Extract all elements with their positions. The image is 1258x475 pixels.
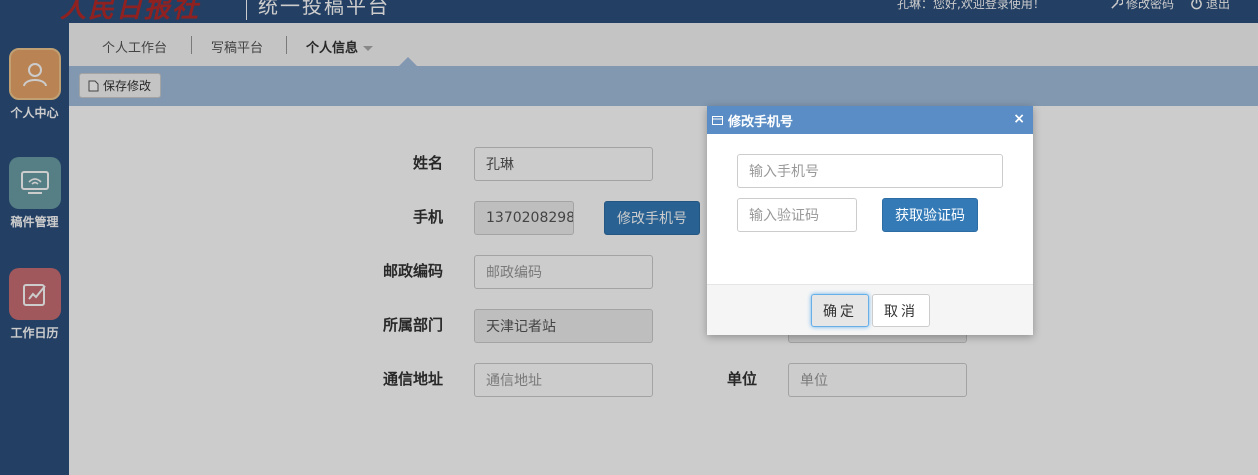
confirm-button[interactable]: 确定	[811, 294, 869, 327]
modal-overlay[interactable]	[0, 0, 1258, 475]
new-phone-placeholder: 输入手机号	[749, 164, 819, 180]
verification-code-input[interactable]: 输入验证码	[737, 198, 857, 232]
dialog-title: 修改手机号	[728, 114, 794, 130]
dialog-footer: 确定 取消	[707, 284, 1033, 335]
close-icon[interactable]: ×	[1013, 111, 1025, 127]
dialog-header: 修改手机号 ×	[707, 106, 1033, 134]
change-phone-dialog: 修改手机号 × 输入手机号 输入验证码 获取验证码 确定 取消	[707, 106, 1033, 335]
dialog-body: 输入手机号 输入验证码 获取验证码	[707, 134, 1033, 284]
new-phone-input[interactable]: 输入手机号	[737, 154, 1003, 188]
verification-code-placeholder: 输入验证码	[749, 208, 819, 224]
window-icon	[712, 115, 723, 125]
get-code-button[interactable]: 获取验证码	[882, 198, 978, 232]
cancel-button[interactable]: 取消	[872, 294, 930, 327]
